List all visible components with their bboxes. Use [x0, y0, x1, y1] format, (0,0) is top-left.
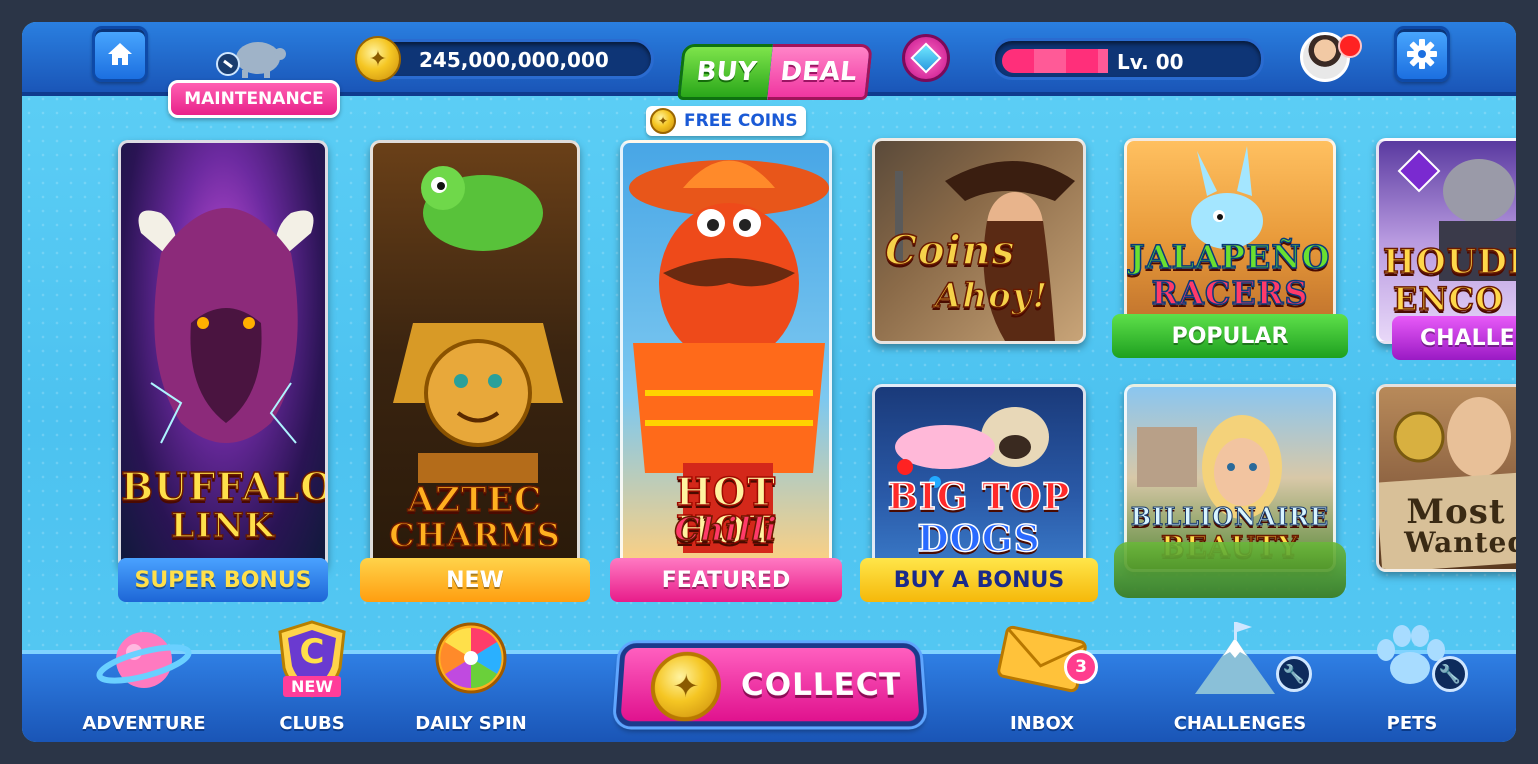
game-tile-houdini[interactable]: HOUDI ENCO — [1376, 138, 1516, 344]
buy-deal-button[interactable]: BUY DEAL — [677, 44, 873, 100]
gear-icon — [1407, 39, 1437, 69]
billionaire-base — [1114, 542, 1346, 598]
nav-label: PETS — [1386, 713, 1438, 734]
level-bar[interactable]: Lv. 00 — [992, 38, 1264, 80]
prize-wheel-icon — [435, 622, 507, 694]
game-title-line2: RACERS — [1151, 274, 1309, 312]
nav-pets[interactable]: 🔧 PETS — [1362, 625, 1468, 742]
game-title-line1: BILLIONAIRE — [1130, 502, 1330, 531]
nav-adventure[interactable]: ADVENTURE — [82, 632, 206, 742]
ribbon-popular: POPULAR — [1112, 314, 1348, 358]
buy-label: BUY — [677, 44, 773, 100]
nav-label: CHALLENGES — [1173, 713, 1307, 734]
game-tile-hot-hot-chilli[interactable]: HOT HOT Chilli — [620, 140, 832, 570]
game-title-line1: HOUDI — [1382, 242, 1516, 282]
coin-icon: ✦ — [648, 651, 722, 722]
nav-label: ADVENTURE — [82, 713, 206, 734]
settings-button[interactable] — [1394, 26, 1450, 82]
game-title-line1: JALAPEÑO — [1129, 238, 1331, 276]
game-title-line1: Coins — [884, 227, 1016, 274]
clubs-new-badge: NEW — [283, 676, 341, 697]
piggy-bank-icon[interactable] — [212, 36, 292, 80]
game-title-line2: DOGS — [917, 518, 1041, 560]
game-title-line2: Chilli — [674, 510, 778, 548]
gem-icon[interactable] — [902, 34, 950, 82]
planet-icon — [96, 632, 192, 688]
nav-inbox[interactable]: 3 INBOX — [982, 625, 1102, 742]
game-title-line1: BUFFALO — [121, 464, 328, 509]
home-button[interactable] — [92, 26, 148, 82]
ribbon-super-bonus: SUPER BONUS — [118, 558, 328, 602]
game-tile-buffalo-link[interactable]: BUFFALO LINK — [118, 140, 328, 570]
nav-label: DAILY SPIN — [415, 713, 527, 734]
ribbon-new: NEW — [360, 558, 590, 602]
clubs-letter: C — [299, 632, 325, 672]
game-title-line1: BIG TOP — [887, 476, 1071, 518]
free-coins-button[interactable]: ✦ FREE COINS — [646, 106, 806, 136]
coin-balance[interactable]: ✦ 245,000,000,000 — [355, 36, 654, 82]
ribbon-challenge: CHALLEN — [1392, 316, 1516, 360]
game-title-line1: Most — [1406, 492, 1506, 532]
maintenance-badge: MAINTENANCE — [168, 80, 340, 118]
game-title-line2: Ahoy! — [934, 276, 1049, 316]
game-title-line2: LINK — [170, 506, 276, 546]
coin-icon: ✦ — [355, 36, 401, 82]
game-title-line2: ENCO — [1392, 280, 1504, 318]
nav-clubs[interactable]: C NEW CLUBS — [252, 620, 372, 742]
deal-label: DEAL — [767, 44, 873, 100]
nav-label: CLUBS — [279, 713, 345, 734]
level-progress-fill — [1002, 49, 1108, 73]
mountain-flag-icon — [1195, 622, 1275, 694]
collect-button[interactable]: ✦ COLLECT — [614, 643, 926, 727]
nav-challenges[interactable]: 🔧 CHALLENGES — [1170, 622, 1312, 742]
game-lobby: ✦ 245,000,000,000 Lv. 00 MAINTENANCE BUY… — [22, 22, 1516, 742]
home-icon — [108, 43, 132, 65]
wrench-icon: 🔧 — [1432, 656, 1468, 692]
ribbon-featured: FEATURED — [610, 558, 842, 602]
inbox-count-badge: 3 — [1064, 650, 1098, 684]
free-coins-label: FREE COINS — [684, 111, 798, 131]
nav-daily-spin[interactable]: DAILY SPIN — [406, 622, 536, 742]
notification-dot — [1338, 34, 1362, 58]
collect-label: COLLECT — [740, 667, 903, 703]
coin-icon: ✦ — [650, 108, 676, 134]
game-tile-big-top-dogs[interactable]: BIG TOP DOGS — [872, 384, 1086, 572]
ribbon-buy-a-bonus: BUY A BONUS — [860, 558, 1098, 602]
game-title-line2: Wanted — [1404, 526, 1516, 559]
wrench-icon: 🔧 — [1276, 656, 1312, 692]
game-tile-most-wanted[interactable]: Most Wanted — [1376, 384, 1516, 572]
coin-balance-value: 245,000,000,000 — [419, 48, 609, 72]
game-title-line2: CHARMS — [388, 516, 561, 554]
game-title-line1: AZTEC — [407, 480, 543, 520]
level-label: Lv. 00 — [1117, 50, 1184, 74]
game-tile-coins-ahoy[interactable]: Coins Ahoy! — [872, 138, 1086, 344]
nav-label: INBOX — [1009, 713, 1075, 734]
game-tile-aztec-charms[interactable]: AZTEC CHARMS — [370, 140, 580, 570]
